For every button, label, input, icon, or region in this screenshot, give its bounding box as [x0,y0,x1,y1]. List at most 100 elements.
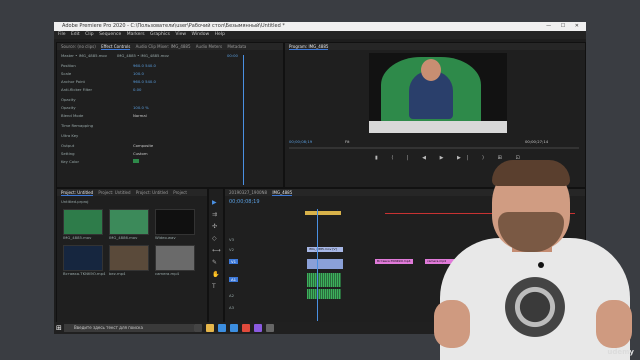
tab-project-4[interactable]: Project [173,190,187,195]
ec-row: Position 960.0 540.0 [61,63,156,68]
audio-waveform[interactable] [307,289,341,299]
program-duration: 00;00;27;14 [525,139,549,144]
ec-row: Blend Mode Normal [61,113,147,118]
presenter-left-hand [434,300,470,348]
project-tabs: Project: Untitled Project: Untitled Proj… [57,189,207,196]
track-label[interactable]: V1 [229,259,239,264]
timeline-clip-video[interactable] [307,259,343,269]
ec-row: Anti-flicker Filter 0.00 [61,87,142,92]
menu-help[interactable]: Help [215,32,225,37]
project-item-name[interactable]: Вставка.TKNK9O.mp4 [63,271,105,276]
tab-sequence-2[interactable]: IMG_4885 [272,190,293,196]
pen-icon[interactable]: ✎ [212,259,217,266]
project-item-name[interactable]: IMG_4886.mov [109,235,137,240]
razor-icon[interactable]: ◇ [212,235,217,242]
video-frame: Adobe Premiere Pro 2020 - C:\Пользовател… [0,0,640,360]
windows-start-icon[interactable]: ⊞ [56,324,62,332]
track-label[interactable]: A1 [229,277,239,282]
ec-timecode: 00:00 [227,53,238,58]
hoodie-print [500,272,570,342]
menu-view[interactable]: View [175,32,186,37]
video-person-head [421,59,441,81]
ec-row: Output Composite [61,143,154,148]
explorer-icon[interactable] [206,324,214,332]
hand-icon[interactable]: ✋ [212,271,219,278]
type-icon[interactable]: T [212,283,216,290]
ripple-edit-icon[interactable]: ✣ [212,223,217,230]
presenter-right-hand [596,300,632,348]
tab-project-2[interactable]: Project: Untitled [98,190,130,195]
program-timecode: 00;00;08;19 [289,139,313,144]
project-item-thumb[interactable] [109,245,149,271]
timeline-clip[interactable]: Вставка.TKNK9O.mp4 [375,259,413,264]
app-icon[interactable] [266,324,274,332]
menu-sequence[interactable]: Sequence [99,32,121,37]
window-title: Adobe Premiere Pro 2020 - C:\Пользовател… [62,23,285,29]
menu-file[interactable]: File [58,32,66,37]
tab-project-3[interactable]: Project: Untitled [136,190,168,195]
ec-row: Setting Custom [61,151,148,156]
program-fit[interactable]: Fit [345,139,349,144]
tab-source[interactable]: Source: (no clips) [61,44,96,49]
task-view-icon[interactable] [194,324,202,332]
selection-tool-icon[interactable]: ▶ [212,199,217,206]
tab-audio-clip-mixer[interactable]: Audio Clip Mixer: IMG_4885 [136,44,191,49]
project-item-thumb[interactable] [63,245,103,271]
ec-row: Anchor Point 960.0 540.0 [61,79,156,84]
timeline-playhead[interactable] [317,209,318,321]
audio-waveform[interactable] [307,273,341,287]
effect-controls-panel: Source: (no clips) Effect Controls Audio… [56,42,284,188]
video-desk [369,121,507,133]
menu-edit[interactable]: Edit [71,32,80,37]
timeline-clip[interactable]: IMG_4885.mov [V] [307,247,343,252]
project-item-name[interactable]: Wideo.wav [155,235,176,240]
taskbar-search[interactable]: Введите здесь текст для поиска [64,324,194,332]
ec-source[interactable]: Master • IMG_4885.mov [61,53,107,58]
tab-program[interactable]: Program: IMG_4885 [289,44,329,50]
menu-markers[interactable]: Markers [127,32,145,37]
project-item-name[interactable]: camera.mp4 [155,271,179,276]
track-select-icon[interactable]: ⇉ [212,211,217,218]
project-name: Untitled.prproj [61,199,89,204]
ec-row: Opacity 100.0 % [61,105,149,110]
program-tabs: Program: IMG_4885 [285,43,585,50]
menu-window[interactable]: Window [191,32,209,37]
lapel-mic-icon [538,262,544,268]
ec-playhead[interactable] [243,55,244,185]
store-icon[interactable] [230,324,238,332]
tab-sequence-1[interactable]: 20190327_1900N8 [229,190,267,195]
tab-audio-meters[interactable]: Audio Meters [196,44,222,49]
track-label[interactable]: V2 [229,247,234,252]
ec-clip[interactable]: IMG_4885 • IMG_4885.mov [117,53,169,58]
tab-project-1[interactable]: Project: Untitled [61,190,94,196]
project-item-thumb[interactable] [63,209,103,235]
project-item-thumb[interactable] [155,245,195,271]
ec-row: Scale 100.0 [61,71,144,76]
window-titlebar: Adobe Premiere Pro 2020 - C:\Пользовател… [54,22,586,31]
project-item-thumb-audio[interactable] [155,209,195,235]
udemy-watermark: udemy [607,348,634,356]
chrome-icon[interactable] [242,324,250,332]
program-video [369,53,507,133]
telegram-icon[interactable] [218,324,226,332]
premiere-icon[interactable] [254,324,262,332]
program-scrubber[interactable] [289,147,579,149]
project-item-name[interactable]: bez.mp4 [109,271,125,276]
project-item-thumb[interactable] [109,209,149,235]
ec-row: Ultra Key [61,133,79,138]
ec-row: Opacity [61,97,76,102]
menu-graphics[interactable]: Graphics [150,32,170,37]
tools-panel: ▶ ⇉ ✣ ◇ ⟷ ✎ ✋ T [208,188,224,326]
slip-icon[interactable]: ⟷ [212,247,221,254]
track-label[interactable]: V3 [229,237,234,242]
track-label[interactable]: A3 [229,305,234,310]
timeline-timecode: 00;00;08;19 [229,199,260,205]
work-area-bar[interactable] [305,211,341,215]
tab-metadata[interactable]: Metadata [227,44,246,49]
track-label[interactable]: A2 [229,293,234,298]
project-item-name[interactable]: IMG_4885.mov [63,235,91,240]
tab-effect-controls[interactable]: Effect Controls [101,44,131,50]
window-controls[interactable]: — ☐ ✕ [546,22,583,31]
project-panel: Project: Untitled Project: Untitled Proj… [56,188,208,326]
menu-clip[interactable]: Clip [85,32,94,37]
